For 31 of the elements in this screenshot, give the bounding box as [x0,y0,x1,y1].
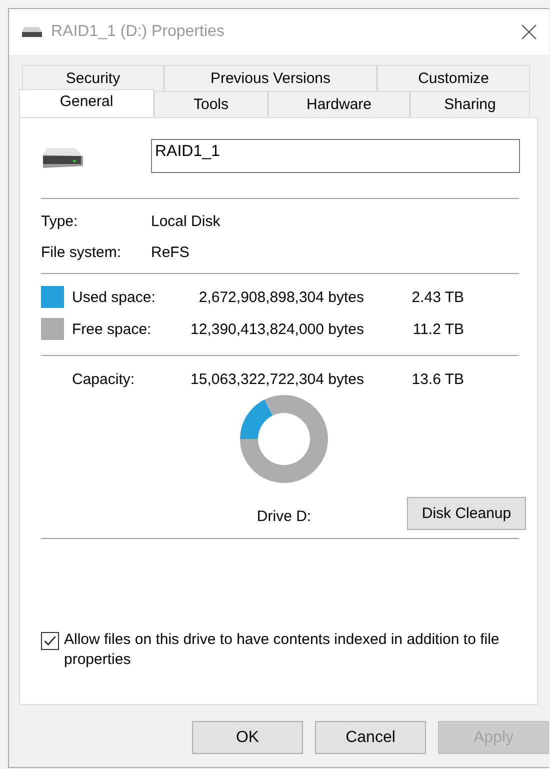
disk-cleanup-button[interactable]: Disk Cleanup [407,497,526,530]
dialog-button[interactable]: Cancel [315,721,426,754]
drive-icon [21,26,43,38]
name-field[interactable]: RAID1_1 [151,139,520,173]
space-bytes: 2,672,908,898,304 bytes [198,288,364,306]
space-bytes: 12,390,413,824,000 bytes [190,320,364,338]
drive-icon [41,146,85,170]
capacity-size: 13.6 TB [410,371,464,388]
space-size: 11.2 TB [412,320,464,338]
tab[interactable]: Previous Versions [164,65,377,91]
tab[interactable]: Sharing [410,91,530,117]
tab[interactable]: Tools [154,91,268,117]
info-value: ReFS [151,244,190,261]
capacity-label: Capacity: [72,371,136,388]
checkbox[interactable] [41,632,59,650]
dialog-button[interactable]: OK [192,721,303,754]
tab[interactable]: General [19,89,154,117]
window-title: RAID1_1 (D:) Properties [51,23,226,41]
info-label: File system: [41,244,122,261]
space-label: Free space: [72,320,152,338]
info-value: Local Disk [151,213,222,230]
space-size: 2.43 TB [410,288,464,306]
checkbox-label: Allow files on this drive to have contents indexed in addition to file properties [64,630,500,670]
tab[interactable]: Customize [377,65,530,91]
info-label: Type: [41,213,79,230]
space-label: Used space: [72,288,156,306]
tab[interactable]: Security [22,65,164,91]
close-icon[interactable] [521,24,537,40]
drive-label: Drive D: [256,508,312,525]
capacity-bytes: 15,063,322,722,304 bytes [190,371,364,388]
tab[interactable]: Hardware [268,91,410,117]
